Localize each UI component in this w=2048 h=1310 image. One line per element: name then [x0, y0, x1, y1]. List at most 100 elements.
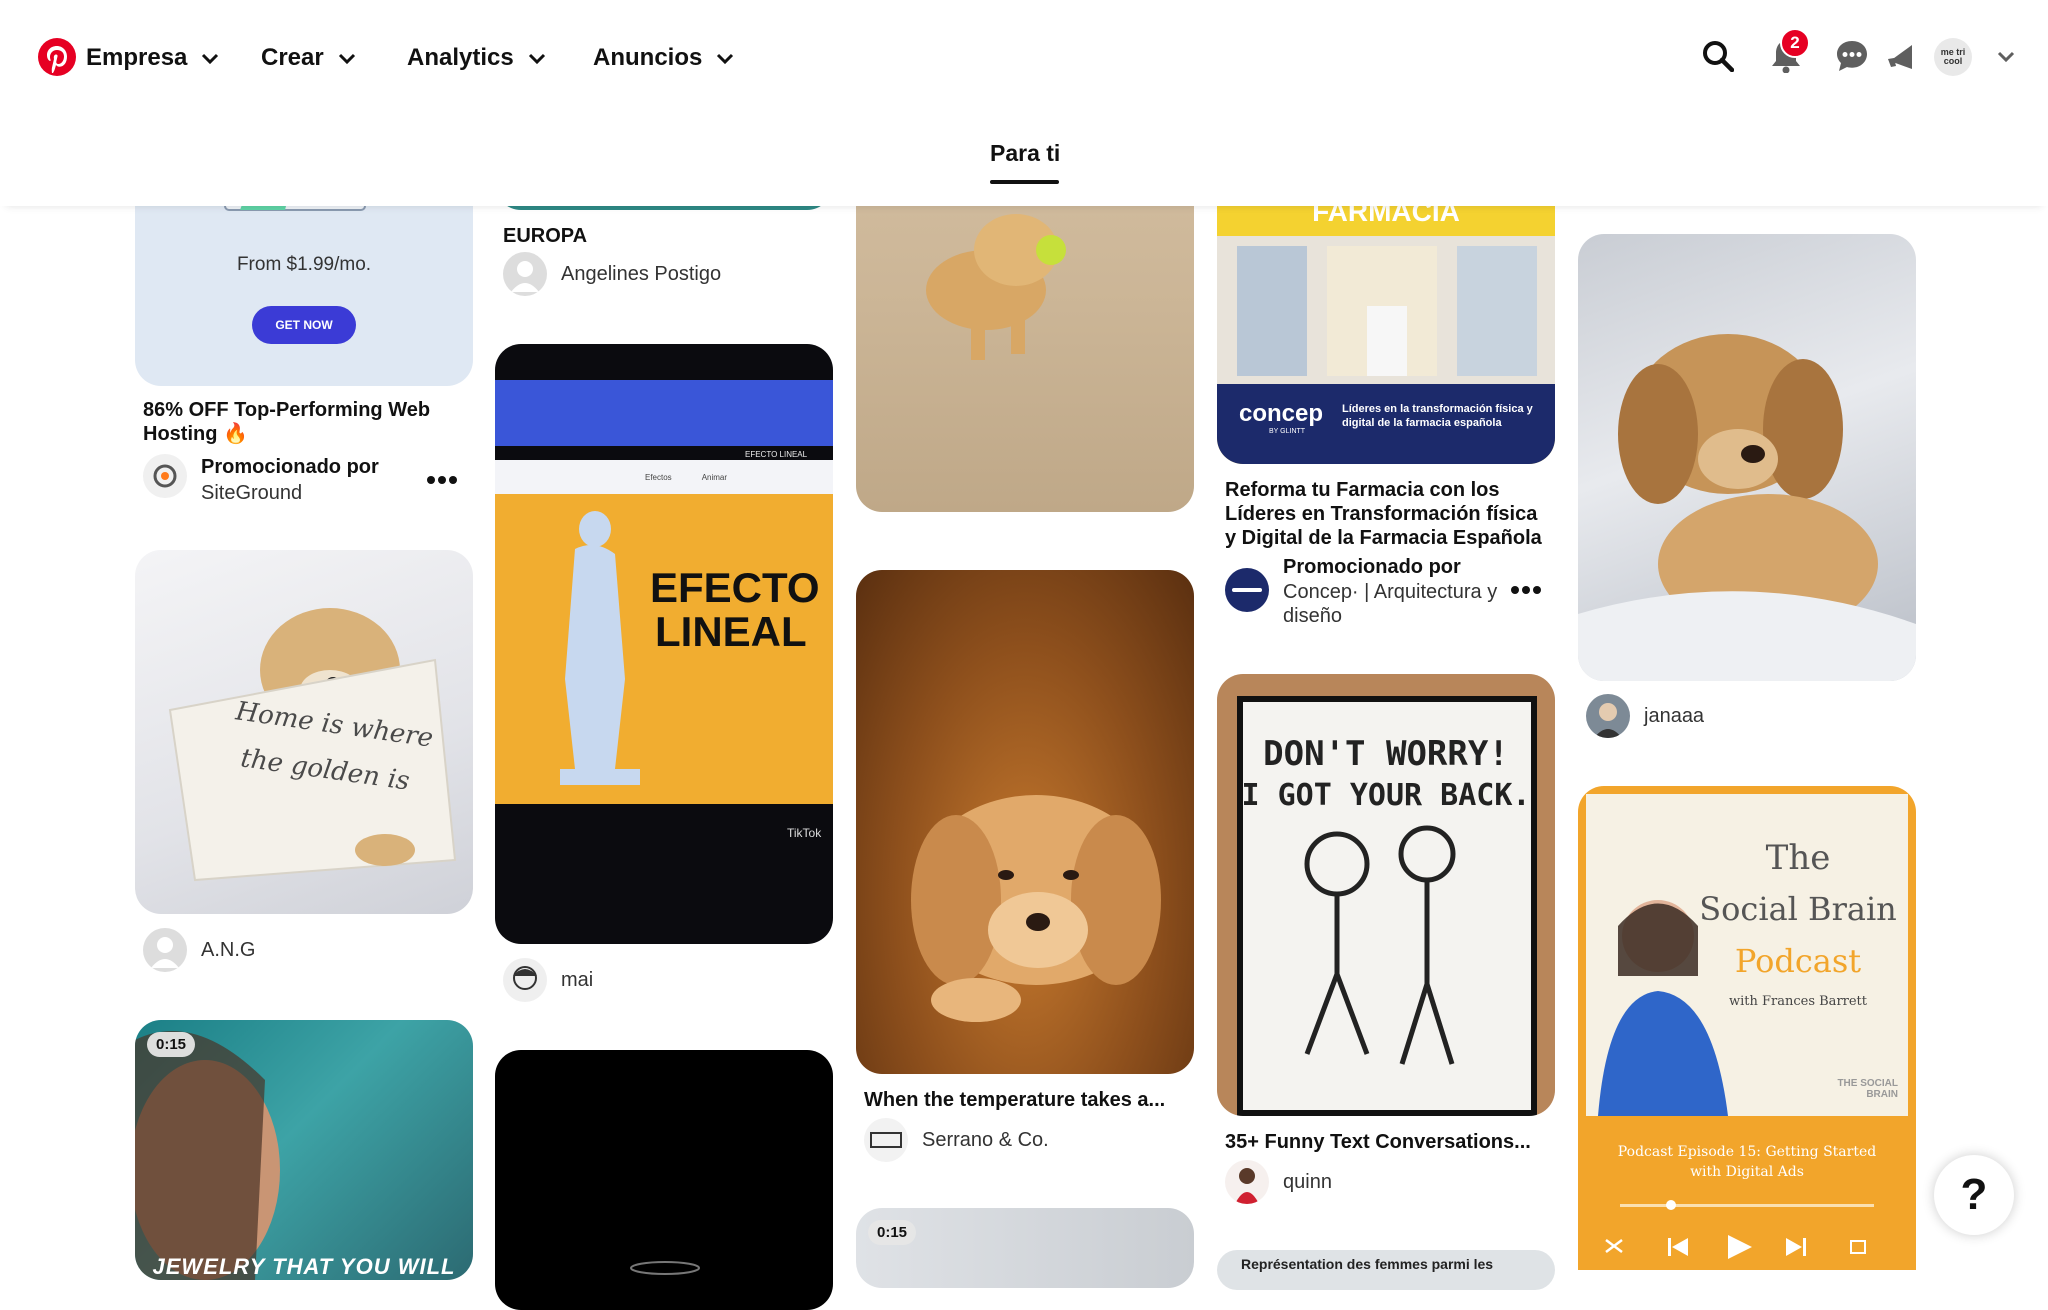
get-now-button[interactable]: GET NOW	[252, 306, 356, 344]
search-button[interactable]	[1696, 34, 1740, 78]
video-duration-badge: 0:15	[868, 1220, 917, 1245]
pin-user[interactable]: quinn	[1225, 1160, 1332, 1204]
nav-anuncios-label: Anuncios	[593, 44, 703, 71]
sleepy-puppy-photo	[911, 795, 1161, 1022]
nav-crear-label: Crear	[261, 44, 324, 71]
pin-user[interactable]: A.N.G	[143, 928, 255, 972]
pin-image[interactable]: 0:15 JEWELRY THAT YOU WILL	[135, 1020, 473, 1280]
stop-icon[interactable]	[1850, 1240, 1866, 1254]
next-icon[interactable]	[1786, 1238, 1806, 1256]
user-avatar-icon	[143, 928, 187, 972]
video-duration-badge: 0:15	[147, 1032, 196, 1057]
screen-toolbar	[495, 380, 833, 446]
pharmacy-interior-photo	[1217, 236, 1555, 384]
brand-sub: BY GLINTT	[1269, 428, 1306, 435]
pin-title[interactable]: 35+ Funny Text Conversations...	[1225, 1130, 1545, 1154]
account-menu-button[interactable]	[1984, 34, 2028, 78]
notification-count-badge: 2	[1780, 28, 1810, 58]
more-options-icon[interactable]	[427, 474, 457, 486]
toolbar-label: EFECTO LINEAL	[745, 450, 808, 459]
siteground-logo-icon	[143, 454, 187, 498]
glass-shape	[630, 1261, 700, 1275]
playback-progress[interactable]	[1620, 1204, 1874, 1207]
toolbar-item-animate: Animar	[701, 472, 728, 482]
nav-crear-menu[interactable]: Crear	[261, 38, 356, 78]
promoter-text: Promocionado por Concep· | Arquitectura …	[1283, 554, 1503, 628]
user-name[interactable]: Serrano & Co.	[922, 1129, 1049, 1152]
pin-image[interactable]: Représentation des femmes parmi les	[1217, 1250, 1555, 1290]
promoter-text: Promocionado por SiteGround	[201, 454, 379, 506]
chevron-down-icon	[528, 53, 545, 65]
playback-knob[interactable]	[1666, 1200, 1676, 1210]
play-icon[interactable]	[1728, 1235, 1752, 1259]
stick-figures-drawing	[1304, 825, 1456, 1065]
concep-logo-icon	[1225, 568, 1269, 612]
pin-user[interactable]: Serrano & Co.	[864, 1118, 1049, 1162]
podcast-episode: Podcast Episode 15: Getting Started with…	[1617, 1144, 1877, 1180]
podcast-brand: THE SOCIAL BRAIN	[1837, 1078, 1898, 1100]
advertiser-name[interactable]: SiteGround	[201, 480, 379, 506]
podcast-title-1: The	[1765, 838, 1831, 878]
user-name[interactable]: janaaa	[1644, 705, 1704, 728]
pin-title[interactable]: Reforma tu Farmacia con los Líderes en T…	[1225, 478, 1545, 550]
pin-promoter[interactable]: Promocionado por Concep· | Arquitectura …	[1225, 554, 1503, 628]
pin-user[interactable]: janaaa	[1586, 694, 1704, 738]
nav-analytics-menu[interactable]: Analytics	[407, 38, 546, 78]
more-options-icon[interactable]	[1511, 584, 1541, 596]
pin-image[interactable]	[856, 570, 1194, 1074]
video-overlay-text: JEWELRY THAT YOU WILL	[152, 1254, 456, 1279]
profile-avatar[interactable]: me tri cool	[1934, 38, 1972, 76]
pin-image[interactable]: Home is where the golden is	[135, 550, 473, 914]
pin-title[interactable]: When the temperature takes a...	[864, 1088, 1184, 1112]
user-name[interactable]: Angelines Postigo	[561, 263, 721, 286]
shuffle-icon[interactable]	[1605, 1239, 1623, 1253]
sign-line-2: I GOT YOUR BACK.	[1241, 778, 1531, 813]
advertiser-name[interactable]: Concep· | Arquitectura y diseño	[1283, 580, 1503, 628]
pin-title[interactable]: 86% OFF Top-Performing Web Hosting 🔥	[143, 398, 463, 446]
top-navigation-bar: Empresa Crear Analytics Anuncios 2 me tr…	[0, 0, 2048, 206]
woman-photo	[135, 1031, 280, 1280]
sign-line-1: DON'T WORRY!	[1263, 734, 1509, 774]
pin-image[interactable]: EFECTO LINEAL Efectos Animar EFECTO LINE…	[495, 344, 833, 944]
user-name[interactable]: A.N.G	[201, 939, 255, 962]
nav-analytics-label: Analytics	[407, 44, 514, 71]
pin-image[interactable]	[495, 1050, 833, 1310]
search-icon	[1703, 41, 1734, 72]
editor-strip: Efectos Animar	[495, 460, 833, 494]
user-name[interactable]: mai	[561, 969, 593, 992]
toolbar-item-effects: Efectos	[645, 472, 672, 482]
chevron-down-icon	[202, 53, 219, 65]
user-name[interactable]: quinn	[1283, 1171, 1332, 1194]
previous-icon[interactable]	[1668, 1238, 1688, 1256]
player-controls	[1605, 1235, 1866, 1259]
user-avatar-icon	[864, 1118, 908, 1162]
user-avatar-icon	[503, 958, 547, 1002]
messages-button[interactable]	[1830, 34, 1874, 78]
puppy-bed-photo	[1578, 334, 1916, 681]
nav-empresa-menu[interactable]: Empresa	[86, 38, 219, 78]
tab-para-ti[interactable]: Para ti	[990, 140, 1060, 167]
chevron-down-icon	[338, 53, 355, 65]
nav-anuncios-menu[interactable]: Anuncios	[593, 38, 734, 78]
megaphone-icon	[1888, 45, 1912, 69]
pin-user[interactable]: Angelines Postigo	[503, 252, 721, 296]
pin-title[interactable]: EUROPA	[503, 224, 823, 248]
promoted-label: Promocionado por	[1283, 556, 1461, 578]
pin-image[interactable]: 0:15	[856, 1208, 1194, 1288]
price-text: From $1.99/mo.	[236, 254, 372, 275]
pin-promoter[interactable]: Promocionado por SiteGround	[143, 454, 379, 506]
updates-button[interactable]	[1880, 34, 1924, 78]
headline-line-1: EFECTO	[650, 564, 820, 611]
headline-line-2: LINEAL	[655, 608, 807, 655]
pin-image[interactable]: The Social Brain Podcast with Frances Ba…	[1578, 786, 1916, 1270]
pin-image[interactable]: DON'T WORRY! I GOT YOUR BACK.	[1217, 674, 1555, 1116]
user-avatar-icon	[503, 252, 547, 296]
pin-image[interactable]	[1578, 234, 1916, 681]
pinterest-logo-icon[interactable]	[38, 38, 76, 76]
user-avatar-icon	[1225, 1160, 1269, 1204]
pin-user[interactable]: mai	[503, 958, 593, 1002]
chat-bubble-icon	[1837, 41, 1867, 71]
statue-silhouette	[560, 511, 640, 785]
help-button[interactable]: ?	[1934, 1155, 2014, 1235]
nav-empresa-label: Empresa	[86, 44, 188, 71]
